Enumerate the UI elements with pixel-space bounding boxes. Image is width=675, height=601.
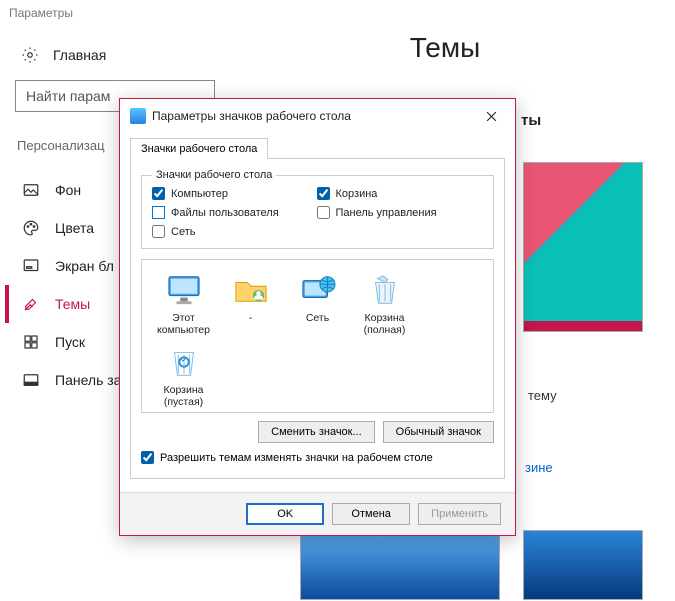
picture-icon xyxy=(21,181,41,199)
truncated-heading: ты xyxy=(521,112,541,129)
globe-monitor-icon xyxy=(298,272,338,308)
bin-empty-icon xyxy=(164,344,204,380)
folder-icon xyxy=(231,272,271,308)
icon-recyclebin-empty[interactable]: Корзина(пустая) xyxy=(150,344,217,408)
icon-label: Сеть xyxy=(306,312,329,336)
checkbox-input[interactable] xyxy=(152,225,165,238)
sidebar-item-label: Цвета xyxy=(55,220,94,236)
sidebar-item-label: Экран бл xyxy=(55,258,114,274)
sidebar-item-label: Фон xyxy=(55,182,81,198)
taskbar-icon xyxy=(21,371,41,389)
checkbox-controlpanel[interactable]: Панель управления xyxy=(317,206,478,219)
desktop-icons-group: Значки рабочего стола Компьютер Корзина … xyxy=(141,169,494,249)
checkbox-input[interactable] xyxy=(317,187,330,200)
home-label: Главная xyxy=(53,47,106,63)
change-icon-button[interactable]: Сменить значок... xyxy=(258,421,375,443)
dialog-titlebar: Параметры значков рабочего стола xyxy=(120,99,515,133)
page-title: Темы xyxy=(220,32,670,64)
close-icon xyxy=(486,111,497,122)
checkbox-label: Корзина xyxy=(336,188,378,200)
checkbox-network[interactable]: Сеть xyxy=(152,225,313,238)
bin-full-icon xyxy=(365,272,405,308)
checkbox-userfiles[interactable]: Файлы пользователя xyxy=(152,206,313,219)
checkbox-input[interactable] xyxy=(141,451,154,464)
restore-icon-button[interactable]: Обычный значок xyxy=(383,421,494,443)
start-icon xyxy=(21,333,41,351)
checkbox-label: Разрешить темам изменять значки на рабоч… xyxy=(160,452,433,464)
sidebar-item-label: Панель за xyxy=(55,372,121,388)
desktop-icons-dialog: Параметры значков рабочего стола Значки … xyxy=(119,98,516,536)
apply-button[interactable]: Применить xyxy=(418,503,501,525)
allow-themes-checkbox[interactable]: Разрешить темам изменять значки на рабоч… xyxy=(141,451,494,464)
truncated-text: тему xyxy=(528,388,557,403)
close-button[interactable] xyxy=(477,106,505,126)
checkbox-input[interactable] xyxy=(152,187,165,200)
icon-preview-grid: Этоткомпьютер - Сеть Корзина(полная) xyxy=(141,259,494,413)
checkbox-label: Компьютер xyxy=(171,188,228,200)
tab-desktop-icons[interactable]: Значки рабочего стола xyxy=(130,138,268,159)
checkbox-computer[interactable]: Компьютер xyxy=(152,187,313,200)
checkbox-label: Сеть xyxy=(171,226,195,238)
icon-label: - xyxy=(249,312,253,336)
ok-button[interactable]: OK xyxy=(246,503,324,525)
store-link-fragment[interactable]: зине xyxy=(525,460,553,475)
monitor-icon xyxy=(164,272,204,308)
theme-preview-image xyxy=(523,162,643,332)
icon-label: Корзина(пустая) xyxy=(164,384,204,408)
group-legend: Значки рабочего стола xyxy=(152,169,276,181)
window-title: Параметры xyxy=(5,0,670,26)
icon-spacer xyxy=(418,272,485,336)
sidebar-item-label: Пуск xyxy=(55,334,85,350)
dialog-title: Параметры значков рабочего стола xyxy=(152,109,477,123)
themes-icon xyxy=(21,295,41,313)
dialog-icon xyxy=(130,108,146,124)
icon-label: Корзина(полная) xyxy=(364,312,406,336)
icon-user-files[interactable]: - xyxy=(217,272,284,336)
theme-thumbnail[interactable] xyxy=(300,530,500,600)
theme-thumbnail[interactable] xyxy=(523,530,643,600)
checkbox-recyclebin[interactable]: Корзина xyxy=(317,187,478,200)
checkbox-label: Панель управления xyxy=(336,207,437,219)
dialog-footer: OK Отмена Применить xyxy=(120,492,515,535)
icon-network[interactable]: Сеть xyxy=(284,272,351,336)
sidebar-item-label: Темы xyxy=(55,296,90,312)
search-placeholder: Найти парам xyxy=(26,88,110,104)
cancel-button[interactable]: Отмена xyxy=(332,503,410,525)
checkbox-label: Файлы пользователя xyxy=(171,207,279,219)
home-nav[interactable]: Главная xyxy=(15,46,210,64)
icon-label: Этоткомпьютер xyxy=(157,312,210,336)
checkbox-input[interactable] xyxy=(152,206,165,219)
icon-recyclebin-full[interactable]: Корзина(полная) xyxy=(351,272,418,336)
gear-icon xyxy=(21,46,41,64)
icon-this-pc[interactable]: Этоткомпьютер xyxy=(150,272,217,336)
lockscreen-icon xyxy=(21,257,41,275)
palette-icon xyxy=(21,219,41,237)
checkbox-input[interactable] xyxy=(317,206,330,219)
